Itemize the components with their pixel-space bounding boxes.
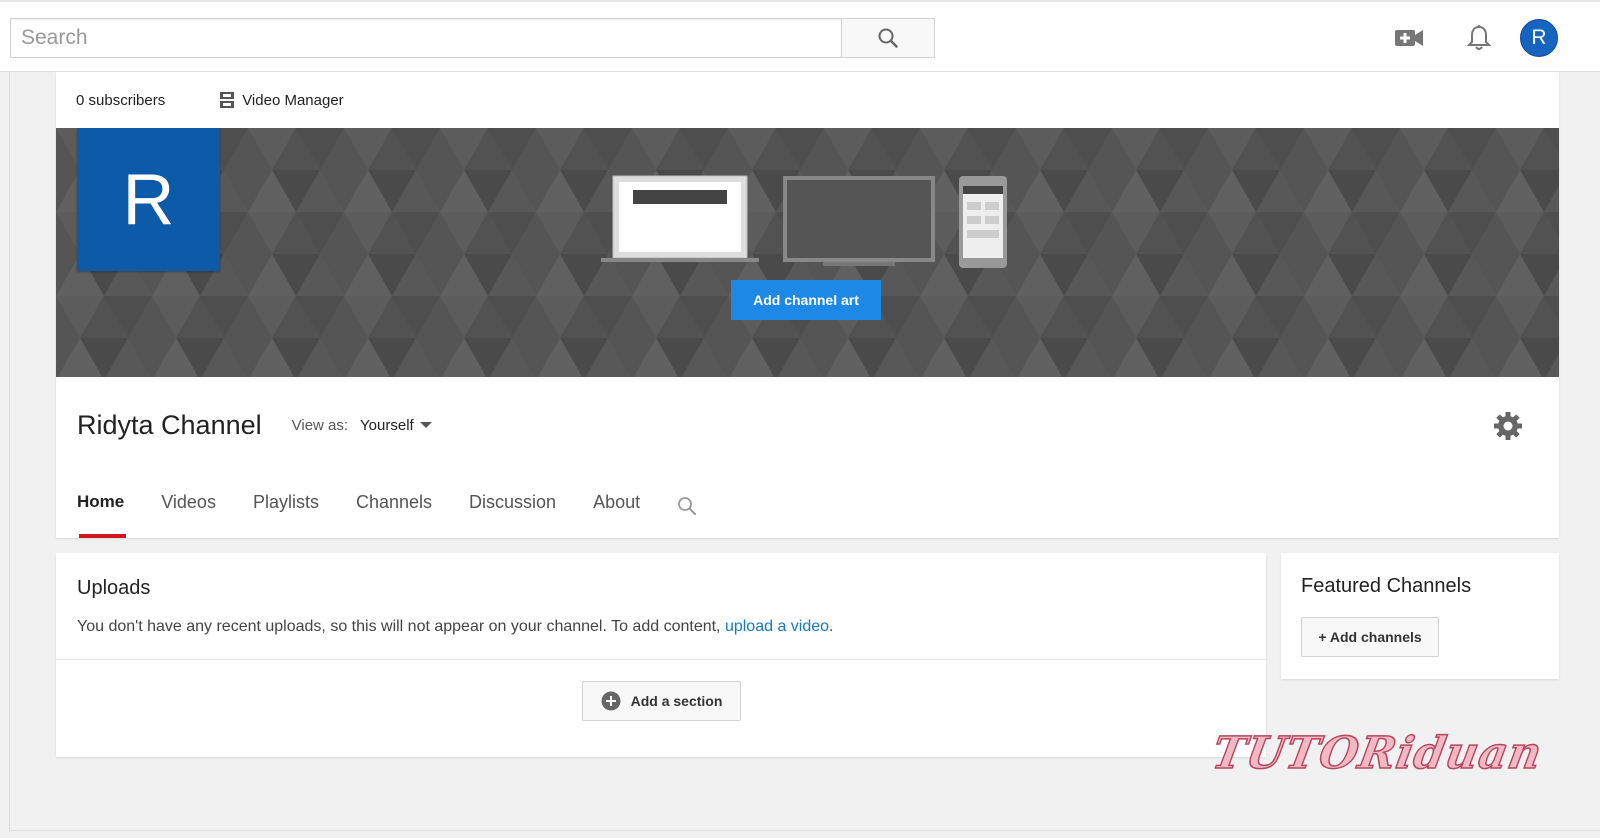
uploads-message-end: . bbox=[829, 618, 834, 635]
watermark-text: TUTORiduan bbox=[1208, 727, 1547, 780]
subscriber-row: 0 subscribers Video Manager bbox=[56, 72, 1559, 128]
tab-channels[interactable]: Channels bbox=[356, 482, 432, 538]
tab-about[interactable]: About bbox=[593, 482, 640, 538]
tab-videos[interactable]: Videos bbox=[161, 482, 216, 538]
channel-banner: R Add channel art bbox=[56, 128, 1559, 377]
bottom-divider bbox=[9, 830, 1600, 831]
channel-search-button[interactable] bbox=[677, 482, 697, 538]
upload-video-link[interactable]: upload a video bbox=[725, 618, 829, 635]
channel-settings-gear-icon[interactable] bbox=[1492, 410, 1524, 442]
uploads-message: You don't have any recent uploads, so th… bbox=[77, 618, 834, 636]
notifications-button[interactable] bbox=[1461, 20, 1497, 56]
search-icon bbox=[878, 28, 898, 48]
uploads-title: Uploads bbox=[77, 577, 151, 599]
video-manager-icon bbox=[220, 92, 235, 108]
channel-title-row: Ridyta Channel View as: Yourself bbox=[77, 410, 432, 441]
add-section-label: Add a section bbox=[630, 693, 723, 709]
chevron-down-icon bbox=[419, 422, 432, 428]
video-manager-link[interactable]: Video Manager bbox=[220, 91, 344, 109]
account-avatar[interactable]: R bbox=[1520, 19, 1558, 57]
plus-circle-icon bbox=[601, 691, 621, 711]
uploads-section: Uploads You don't have any recent upload… bbox=[56, 553, 1266, 757]
view-as-value: Yourself bbox=[360, 417, 414, 434]
video-manager-label: Video Manager bbox=[242, 91, 344, 109]
subscriber-count: 0 subscribers bbox=[76, 91, 166, 109]
uploads-message-text: You don't have any recent uploads, so th… bbox=[77, 618, 725, 635]
tab-home[interactable]: Home bbox=[77, 482, 127, 538]
left-divider bbox=[9, 72, 10, 832]
search-button[interactable] bbox=[841, 18, 935, 58]
notifications-bell-icon bbox=[1467, 25, 1491, 50]
channel-tabs: Home Videos Playlists Channels Discussio… bbox=[77, 482, 697, 538]
upload-video-icon bbox=[1395, 30, 1423, 46]
search-input[interactable] bbox=[10, 18, 841, 58]
add-channel-art-button[interactable]: Add channel art bbox=[731, 280, 881, 320]
search-icon bbox=[678, 497, 697, 515]
upload-video-button[interactable] bbox=[1391, 20, 1427, 56]
devices-illustration bbox=[601, 175, 1007, 268]
view-as-dropdown[interactable]: Yourself bbox=[360, 417, 432, 434]
featured-channels-section: Featured Channels + Add channels bbox=[1281, 553, 1559, 679]
view-as-label: View as: bbox=[291, 417, 349, 434]
add-channels-button[interactable]: + Add channels bbox=[1301, 617, 1439, 657]
tab-playlists[interactable]: Playlists bbox=[253, 482, 319, 538]
featured-channels-title: Featured Channels bbox=[1301, 575, 1472, 597]
channel-title: Ridyta Channel bbox=[77, 410, 262, 440]
channel-logo[interactable]: R bbox=[77, 128, 220, 271]
top-bar: R bbox=[0, 0, 1600, 72]
uploads-divider bbox=[56, 659, 1266, 660]
add-section-button[interactable]: Add a section bbox=[582, 681, 741, 721]
tab-discussion[interactable]: Discussion bbox=[469, 482, 556, 538]
channel-header: 0 subscribers Video Manager R Add channe… bbox=[56, 72, 1559, 538]
